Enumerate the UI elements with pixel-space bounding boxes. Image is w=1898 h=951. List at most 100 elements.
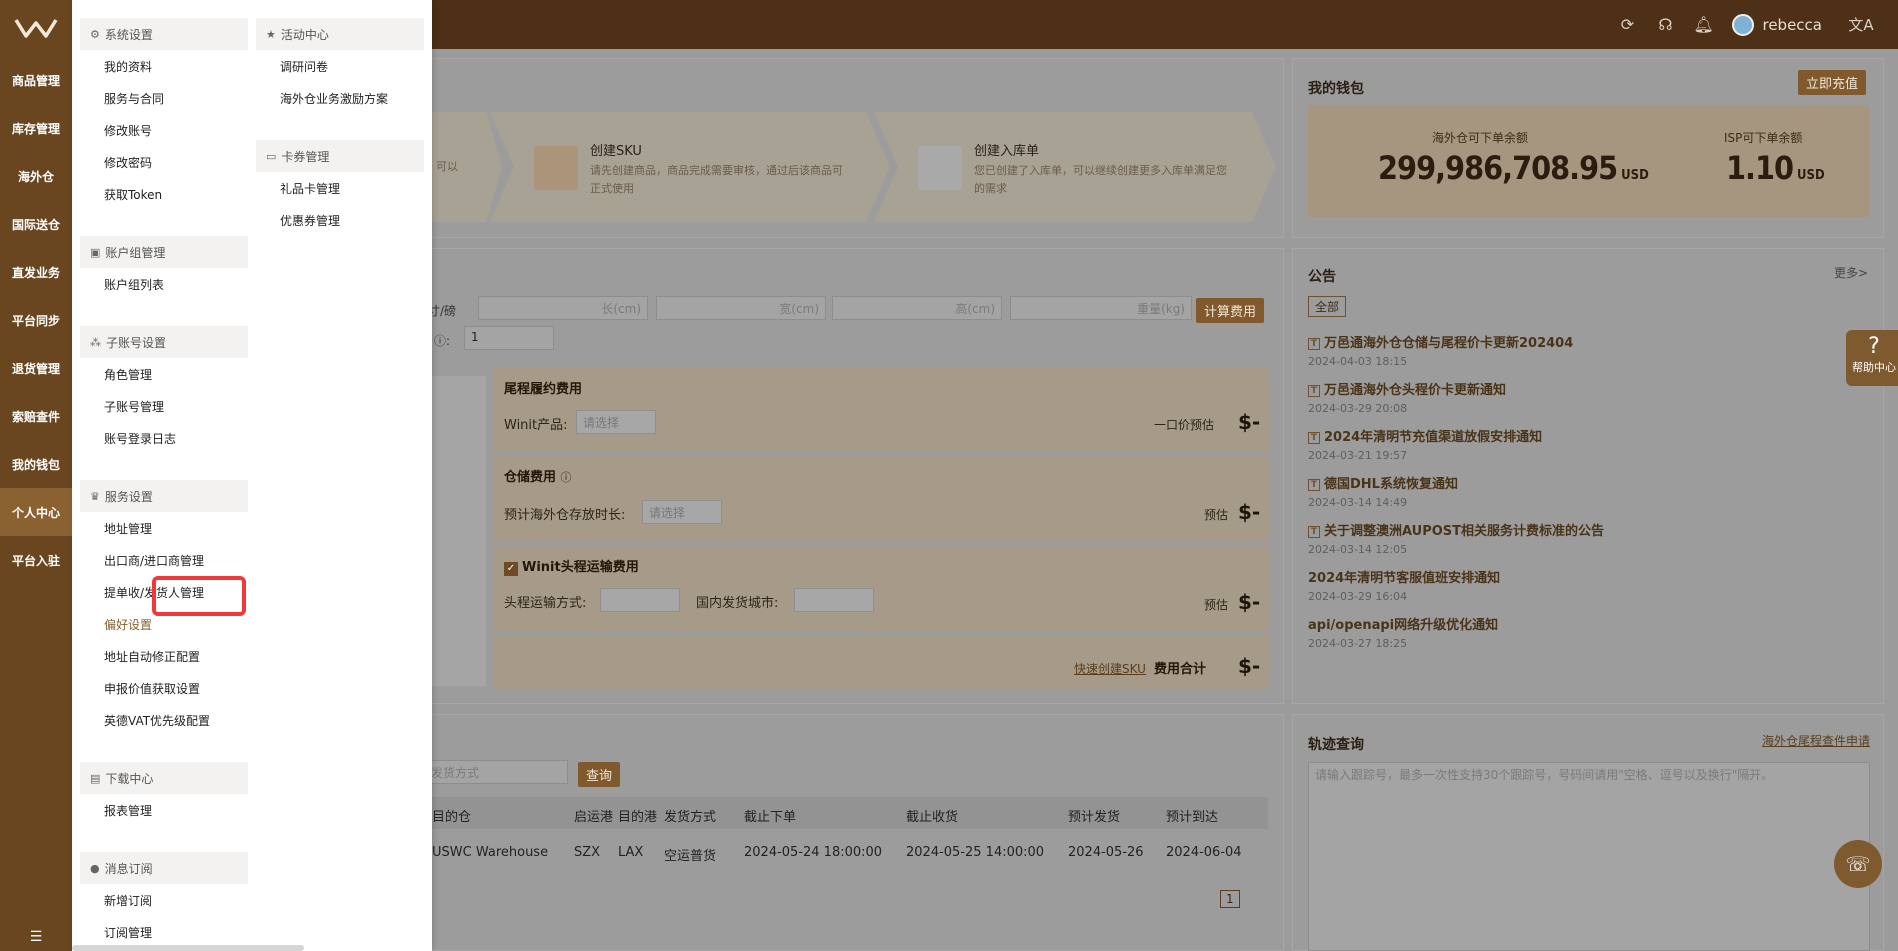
service-icon: ♛ bbox=[90, 489, 100, 503]
pin-tag-icon: T bbox=[1308, 385, 1320, 397]
domestic-city-select[interactable] bbox=[794, 588, 874, 612]
menu-item[interactable]: 修改账号 bbox=[104, 122, 152, 139]
query-button[interactable]: 查询 bbox=[578, 762, 621, 787]
menu-item[interactable]: 调研问卷 bbox=[280, 58, 328, 75]
menu-item[interactable]: 订阅管理 bbox=[104, 924, 152, 941]
table-header-cell[interactable]: 预计到达 bbox=[1166, 806, 1218, 825]
menu-item[interactable]: 优惠券管理 bbox=[280, 212, 340, 229]
menu-item[interactable]: 账户组列表 bbox=[104, 276, 164, 293]
notice-item[interactable]: T 2024年清明节充值渠道放假安排通知 2024-03-21 19:57 bbox=[1308, 426, 1868, 462]
rail-menu-icon[interactable]: ☰ bbox=[0, 929, 72, 945]
refresh-icon[interactable]: ⟳ bbox=[1608, 15, 1646, 34]
menu-item[interactable]: 子账号管理 bbox=[104, 398, 164, 415]
pin-tag-icon: T bbox=[1308, 338, 1320, 350]
tracking-claim-link[interactable]: 海外仓尾程查件申请 bbox=[1762, 732, 1870, 749]
notice-item[interactable]: api/openapi网络升级优化通知 2024-03-27 18:25 bbox=[1308, 614, 1868, 650]
rail-item[interactable]: 平台入驻 bbox=[0, 536, 72, 584]
wallet-balances: 海外仓可下单余额 299,986,708.95 USD ISP可下单余额 1.10… bbox=[1308, 105, 1870, 217]
winit-product-select[interactable]: 请选择 bbox=[576, 410, 656, 434]
rail-item[interactable]: 海外仓 bbox=[0, 152, 72, 200]
length-input[interactable]: 长(cm) bbox=[478, 296, 648, 320]
table-cell: 2024-05-26 bbox=[1068, 845, 1144, 860]
menu-group: ▤ 下载中心 bbox=[80, 762, 248, 794]
menu-item[interactable]: 海外仓业务激励方案 bbox=[280, 90, 388, 107]
tracking-title: 轨迹查询 bbox=[1308, 737, 1364, 753]
calculate-fee-button[interactable]: 计算费用 bbox=[1196, 298, 1265, 323]
width-input[interactable]: 宽(cm) bbox=[656, 296, 826, 320]
menu-item[interactable]: 新增订阅 bbox=[104, 892, 152, 909]
menu-item[interactable]: 获取Token bbox=[104, 186, 162, 203]
headset-icon[interactable]: ☊ bbox=[1646, 15, 1684, 34]
rail-item[interactable]: 商品管理 bbox=[0, 56, 72, 104]
menu-item[interactable]: 账号登录日志 bbox=[104, 430, 176, 447]
rail-item[interactable]: 库存管理 bbox=[0, 104, 72, 152]
step-create-sku[interactable]: 创建SKU 请先创建商品，商品完成需要审核，通过后该商品可 正式使用 bbox=[490, 112, 890, 222]
menu-item[interactable]: 英德VAT优先级配置 bbox=[104, 712, 210, 729]
pin-tag-icon: T bbox=[1308, 432, 1320, 444]
rail-item[interactable]: 个人中心 bbox=[0, 488, 72, 536]
bell-icon[interactable]: 🔔︎ bbox=[1684, 15, 1722, 34]
menu-item[interactable]: 偏好设置 bbox=[104, 616, 152, 633]
menu-item[interactable]: 申报价值获取设置 bbox=[104, 680, 200, 697]
menu-scrollbar[interactable] bbox=[72, 945, 304, 951]
menu-item[interactable]: 礼品卡管理 bbox=[280, 180, 340, 197]
question-icon: ? bbox=[1868, 334, 1880, 359]
table-header-cell[interactable]: 目的港 bbox=[618, 806, 657, 825]
rail-item[interactable]: 直发业务 bbox=[0, 248, 72, 296]
download-icon: ▤ bbox=[90, 771, 101, 785]
customer-service-icon[interactable]: ☏ bbox=[1834, 840, 1882, 888]
notice-item[interactable]: T 德国DHL系统恢复通知 2024-03-14 14:49 bbox=[1308, 473, 1868, 509]
table-header-cell[interactable]: 启运港 bbox=[574, 806, 613, 825]
menu-item[interactable]: 我的资料 bbox=[104, 58, 152, 75]
table-header-cell[interactable]: 截止下单 bbox=[744, 806, 796, 825]
table-header-cell[interactable]: 截止收货 bbox=[906, 806, 958, 825]
notice-item[interactable]: T 万邑通海外仓仓储与尾程价卡更新202404 2024-04-03 18:15 bbox=[1308, 332, 1868, 368]
language-icon[interactable]: 文A bbox=[1842, 14, 1880, 35]
quantity-input[interactable]: 1 bbox=[464, 326, 554, 350]
menu-item[interactable]: 地址管理 bbox=[104, 520, 152, 537]
shipping-method-select[interactable]: 发货方式 bbox=[424, 760, 568, 784]
pin-tag-icon: T bbox=[1308, 479, 1320, 491]
notice-item[interactable]: T 关于调整澳洲AUPOST相关服务计费标准的公告 2024-03-14 12:05 bbox=[1308, 520, 1868, 556]
highlight-frame bbox=[152, 576, 246, 616]
user-menu[interactable]: rebecca bbox=[1732, 13, 1822, 36]
menu-item[interactable]: 出口商/进口商管理 bbox=[104, 552, 204, 569]
help-center[interactable]: ? 帮助中心 bbox=[1846, 330, 1898, 386]
headhaul-method-select[interactable] bbox=[600, 588, 680, 612]
table-header-cell[interactable]: 目的仓 bbox=[432, 806, 471, 825]
step-create-inbound[interactable]: 创建入库单 您已创建了入库单，可以继续创建更多入库单满足您 的需求 bbox=[874, 112, 1276, 222]
quick-create-sku-link[interactable]: 快速创建SKU bbox=[1074, 660, 1146, 677]
logo[interactable] bbox=[0, 0, 72, 56]
headhaul-title[interactable]: ✓ Winit头程运输费用 bbox=[504, 556, 639, 576]
checkbox-icon: ✓ bbox=[504, 562, 518, 576]
menu-item[interactable]: 报表管理 bbox=[104, 802, 152, 819]
bag-icon bbox=[534, 146, 578, 190]
menu-group: ⚙ 系统设置 bbox=[80, 18, 248, 50]
pin-tag-icon: T bbox=[1308, 526, 1320, 538]
rail-item[interactable]: 我的钱包 bbox=[0, 440, 72, 488]
table-header-cell[interactable]: 发货方式 bbox=[664, 806, 716, 825]
menu-item[interactable]: 地址自动修正配置 bbox=[104, 648, 200, 665]
table-header-cell[interactable]: 预计发货 bbox=[1068, 806, 1120, 825]
rail-item[interactable]: 平台同步 bbox=[0, 296, 72, 344]
sub-account-icon: ⁂ bbox=[90, 335, 101, 349]
notice-filter-all[interactable]: 全部 bbox=[1308, 296, 1347, 317]
step-1: 可以 bbox=[424, 112, 502, 222]
rail-item[interactable]: 索赔查件 bbox=[0, 392, 72, 440]
tracking-input[interactable]: 请输入跟踪号，最多一次性支持30个跟踪号，号码间请用"空格、逗号以及换行"隔开。 bbox=[1308, 762, 1870, 951]
storage-title: 仓储费用 ⓘ bbox=[504, 470, 572, 485]
pagination-page[interactable]: 1 bbox=[1220, 890, 1240, 908]
menu-item[interactable]: 角色管理 bbox=[104, 366, 152, 383]
rail-item[interactable]: 国际送仓 bbox=[0, 200, 72, 248]
header-toolbar: ⟳ ☊ 🔔︎ rebecca 文A bbox=[1608, 0, 1898, 49]
height-input[interactable]: 高(cm) bbox=[832, 296, 1002, 320]
notice-more-link[interactable]: 更多> bbox=[1834, 264, 1868, 281]
notice-item[interactable]: 2024年清明节客服值班安排通知 2024-03-29 16:04 bbox=[1308, 567, 1868, 603]
recharge-button[interactable]: 立即充值 bbox=[1798, 70, 1867, 95]
menu-item[interactable]: 服务与合同 bbox=[104, 90, 164, 107]
menu-item[interactable]: 修改密码 bbox=[104, 154, 152, 171]
rail-item[interactable]: 退货管理 bbox=[0, 344, 72, 392]
notice-item[interactable]: T 万邑通海外仓头程价卡更新通知 2024-03-29 20:08 bbox=[1308, 379, 1868, 415]
storage-duration-select[interactable]: 请选择 bbox=[642, 500, 722, 524]
weight-input[interactable]: 重量(kg) bbox=[1010, 296, 1192, 320]
